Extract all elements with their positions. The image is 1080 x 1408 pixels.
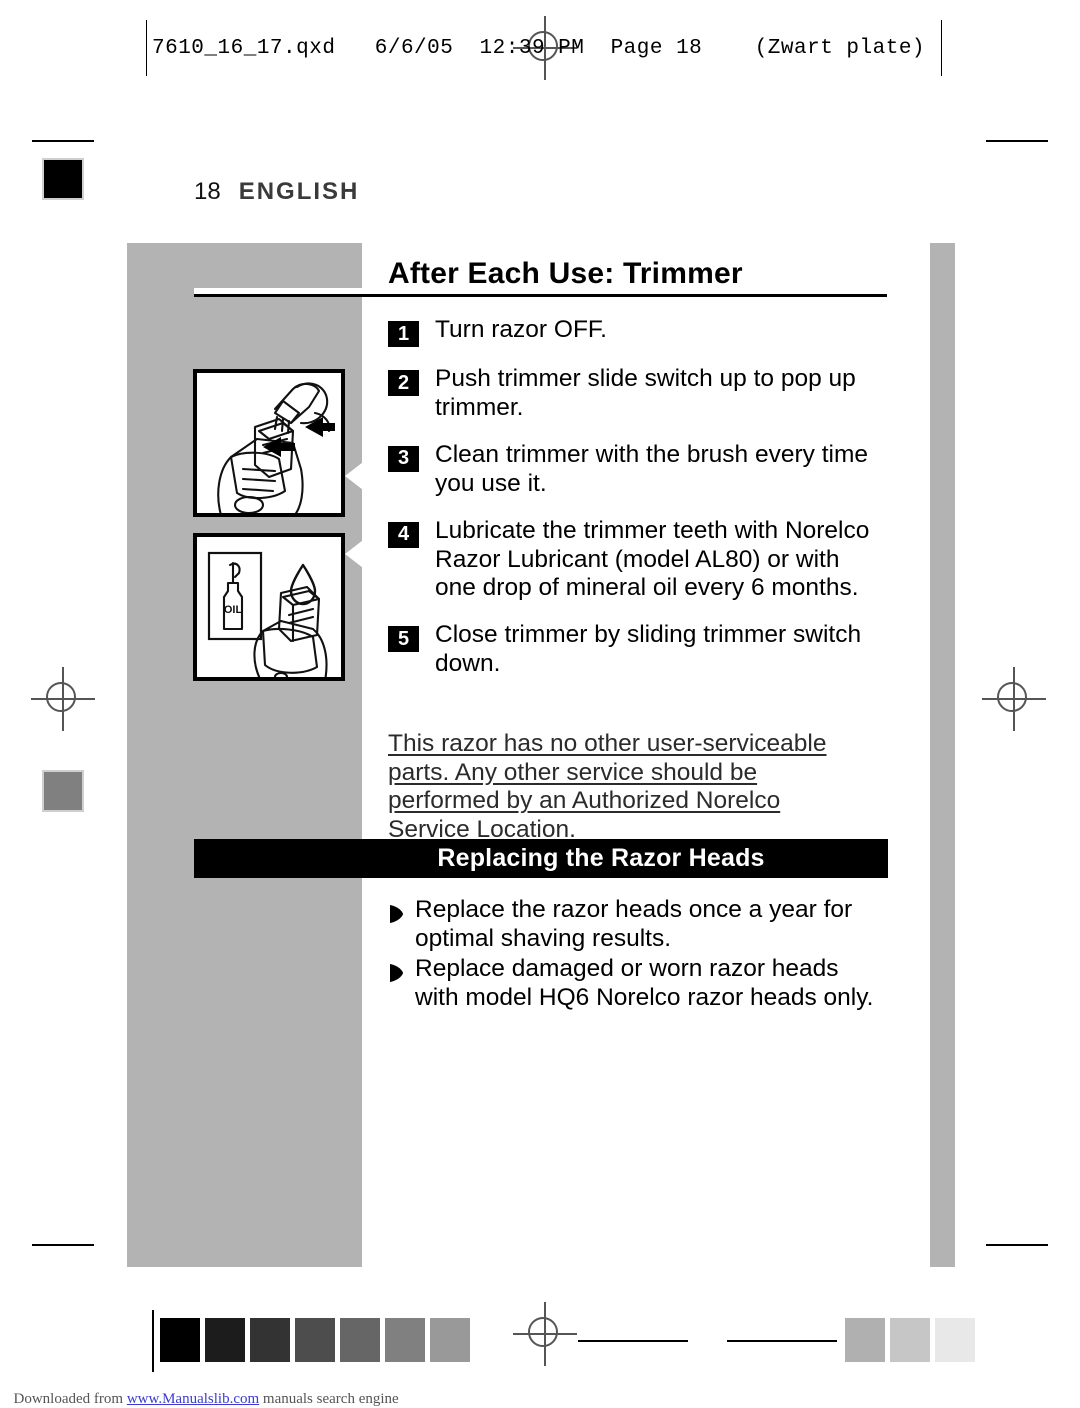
step-number-badge: 3 (388, 445, 419, 472)
registration-target-bottom (513, 1302, 577, 1366)
illustration-trimmer-oil: OIL (193, 533, 345, 681)
print-header-bar: 7610_16_17.qxd 6/6/05 12:39 PM Page 18 (… (146, 20, 942, 76)
step-number-badge: 4 (388, 521, 419, 548)
print-header-rule-right (941, 20, 942, 76)
manualslib-link[interactable]: www.Manualslib.com (127, 1391, 259, 1407)
service-note-text: This razor has no other user-serviceable… (388, 730, 827, 843)
list-item: Replace damaged or worn razor heads with… (388, 955, 888, 1012)
section-banner-title: Replacing the Razor Heads (437, 844, 765, 872)
bullet-marker-icon (388, 963, 404, 983)
step-text: Push trimmer slide switch up to pop up t… (435, 365, 856, 421)
step-text: Close trimmer by sliding trimmer switch … (435, 621, 862, 678)
list-item-text: Replace the razor heads once a year for … (415, 896, 853, 952)
crop-mark-top-left (32, 140, 94, 142)
illustration-pointer-2-icon (345, 537, 367, 571)
registration-target-right (982, 667, 1046, 731)
page-language: ENGLISH (238, 178, 360, 205)
instruction-steps-list: 1 Turn razor OFF. 2 Push trimmer slide s… (388, 316, 888, 697)
registration-square-gray (42, 770, 84, 812)
download-footer: Downloaded from www.Manualslib.com manua… (6, 1374, 399, 1408)
crop-mark-bottom-left (32, 1244, 94, 1246)
calibration-swatch (385, 1318, 425, 1362)
instruction-step: 1 Turn razor OFF. (388, 316, 888, 347)
instruction-step: 4 Lubricate the trimmer teeth with Norel… (388, 517, 888, 604)
list-item-text: Replace damaged or worn razor heads with… (415, 955, 874, 1011)
section-rule (194, 294, 887, 297)
illustration-pointer-1-icon (345, 459, 367, 493)
service-note: This razor has no other user-serviceable… (388, 730, 858, 845)
calibration-swatch (845, 1318, 885, 1362)
print-header-text: 7610_16_17.qxd 6/6/05 12:39 PM Page 18 (… (152, 36, 926, 60)
calibration-swatch (205, 1318, 245, 1362)
section-banner: Replacing the Razor Heads (194, 839, 888, 878)
calibration-swatch (430, 1318, 470, 1362)
calibration-swatch (935, 1318, 975, 1362)
registration-square-black (42, 158, 84, 200)
step-text: Turn razor OFF. (435, 316, 607, 343)
calibration-swatch (250, 1318, 290, 1362)
page-title: 18 ENGLISH (194, 178, 359, 206)
crop-mark-bottom-right (986, 1244, 1048, 1246)
calibration-strip-rule (152, 1310, 154, 1372)
crop-mark-top-right (986, 140, 1048, 142)
step-text: Lubricate the trimmer teeth with Norelco… (435, 516, 870, 602)
instruction-step: 5 Close trimmer by sliding trimmer switc… (388, 621, 888, 679)
calibration-line-right (727, 1340, 837, 1342)
step-number-badge: 5 (388, 626, 419, 653)
step-number-badge: 1 (388, 321, 419, 347)
trimmer-brush-icon (217, 382, 335, 513)
calibration-swatch (295, 1318, 335, 1362)
footer-prefix: Downloaded from (13, 1391, 127, 1407)
calibration-line-left (578, 1340, 688, 1342)
instruction-step: 2 Push trimmer slide switch up to pop up… (388, 365, 888, 423)
gray-right-strip (930, 243, 955, 1267)
page-number: 18 (194, 178, 221, 205)
replacement-bullet-list: Replace the razor heads once a year for … (388, 896, 888, 1015)
list-item: Replace the razor heads once a year for … (388, 896, 888, 953)
illustration-trimmer-brush (193, 369, 345, 517)
section-title: After Each Use: Trimmer (388, 257, 743, 290)
bullet-marker-icon (388, 904, 404, 924)
calibration-swatch (160, 1318, 200, 1362)
oil-bottle-label: OIL (224, 604, 243, 616)
step-text: Clean trimmer with the brush every time … (435, 440, 868, 497)
footer-suffix: manuals search engine (259, 1391, 399, 1407)
print-header-rule-left (146, 20, 147, 76)
calibration-swatch (890, 1318, 930, 1362)
step-number-badge: 2 (388, 370, 419, 396)
calibration-swatch (340, 1318, 380, 1362)
registration-target-left (31, 667, 95, 731)
instruction-step: 3 Clean trimmer with the brush every tim… (388, 441, 888, 499)
oil-lubrication-icon: OIL (207, 551, 328, 677)
